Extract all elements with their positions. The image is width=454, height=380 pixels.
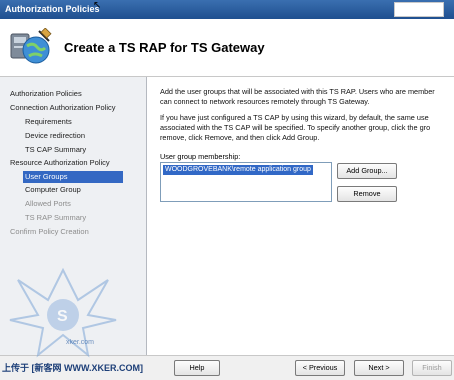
nav-resource-authorization-policy[interactable]: Resource Authorization Policy (10, 157, 110, 169)
watermark-logo-icon: S (9, 267, 117, 358)
nav-allowed-ports: Allowed Ports (25, 199, 71, 208)
ts-gateway-globe-icon (10, 28, 52, 64)
instruction-line: associated with the TS CAP will be speci… (160, 123, 431, 132)
window-controls[interactable] (394, 2, 444, 17)
previous-button[interactable]: < Previous (295, 360, 345, 376)
nav-connection-authorization-policy[interactable]: Connection Authorization Policy (10, 102, 115, 114)
instruction-line: If you have just configured a TS CAP by … (160, 113, 429, 122)
remove-button[interactable]: Remove (337, 186, 397, 202)
svg-text:S: S (57, 308, 68, 325)
watermark-url: xker.com (66, 339, 95, 346)
user-group-listbox[interactable]: WOODGROVEBANK\remote application group (160, 162, 332, 202)
instruction-line: remove, click Remove, and then click Add… (160, 133, 320, 142)
nav-confirm-policy-creation: Confirm Policy Creation (10, 227, 89, 236)
next-button[interactable]: Next > (354, 360, 404, 376)
user-group-list-label: User group membership: (160, 152, 241, 161)
window-title: Authorization Policies (5, 4, 100, 14)
nav-device-redirection[interactable]: Device redirection (25, 130, 85, 142)
watermark-text: 上传于 [新客网 WWW.XKER.COM] (2, 363, 143, 373)
nav-computer-group[interactable]: Computer Group (25, 184, 81, 196)
description-line: Add the user groups that will be associa… (160, 87, 435, 96)
nav-ts-rap-summary: TS RAP Summary (25, 213, 87, 222)
list-item[interactable]: WOODGROVEBANK\remote application group (163, 165, 313, 175)
nav-requirements[interactable]: Requirements (25, 116, 72, 128)
wizard-header: Create a TS RAP for TS Gateway (0, 19, 454, 77)
help-button[interactable]: Help (174, 360, 220, 376)
description-line: can connect to network resources remotel… (160, 97, 370, 106)
add-group-button[interactable]: Add Group... (337, 163, 397, 179)
window-titlebar: Authorization Policies ↖ (0, 0, 454, 19)
finish-button: Finish (412, 360, 452, 376)
wizard-content: Add the user groups that will be associa… (150, 77, 454, 355)
nav-user-groups[interactable]: User Groups (23, 171, 123, 183)
page-title: Create a TS RAP for TS Gateway (64, 40, 265, 55)
help-label: Help (189, 363, 205, 372)
nav-authorization-policies[interactable]: Authorization Policies (10, 88, 82, 100)
mouse-cursor-icon: ↖ (93, 0, 102, 11)
nav-ts-cap-summary[interactable]: TS CAP Summary (25, 144, 86, 156)
